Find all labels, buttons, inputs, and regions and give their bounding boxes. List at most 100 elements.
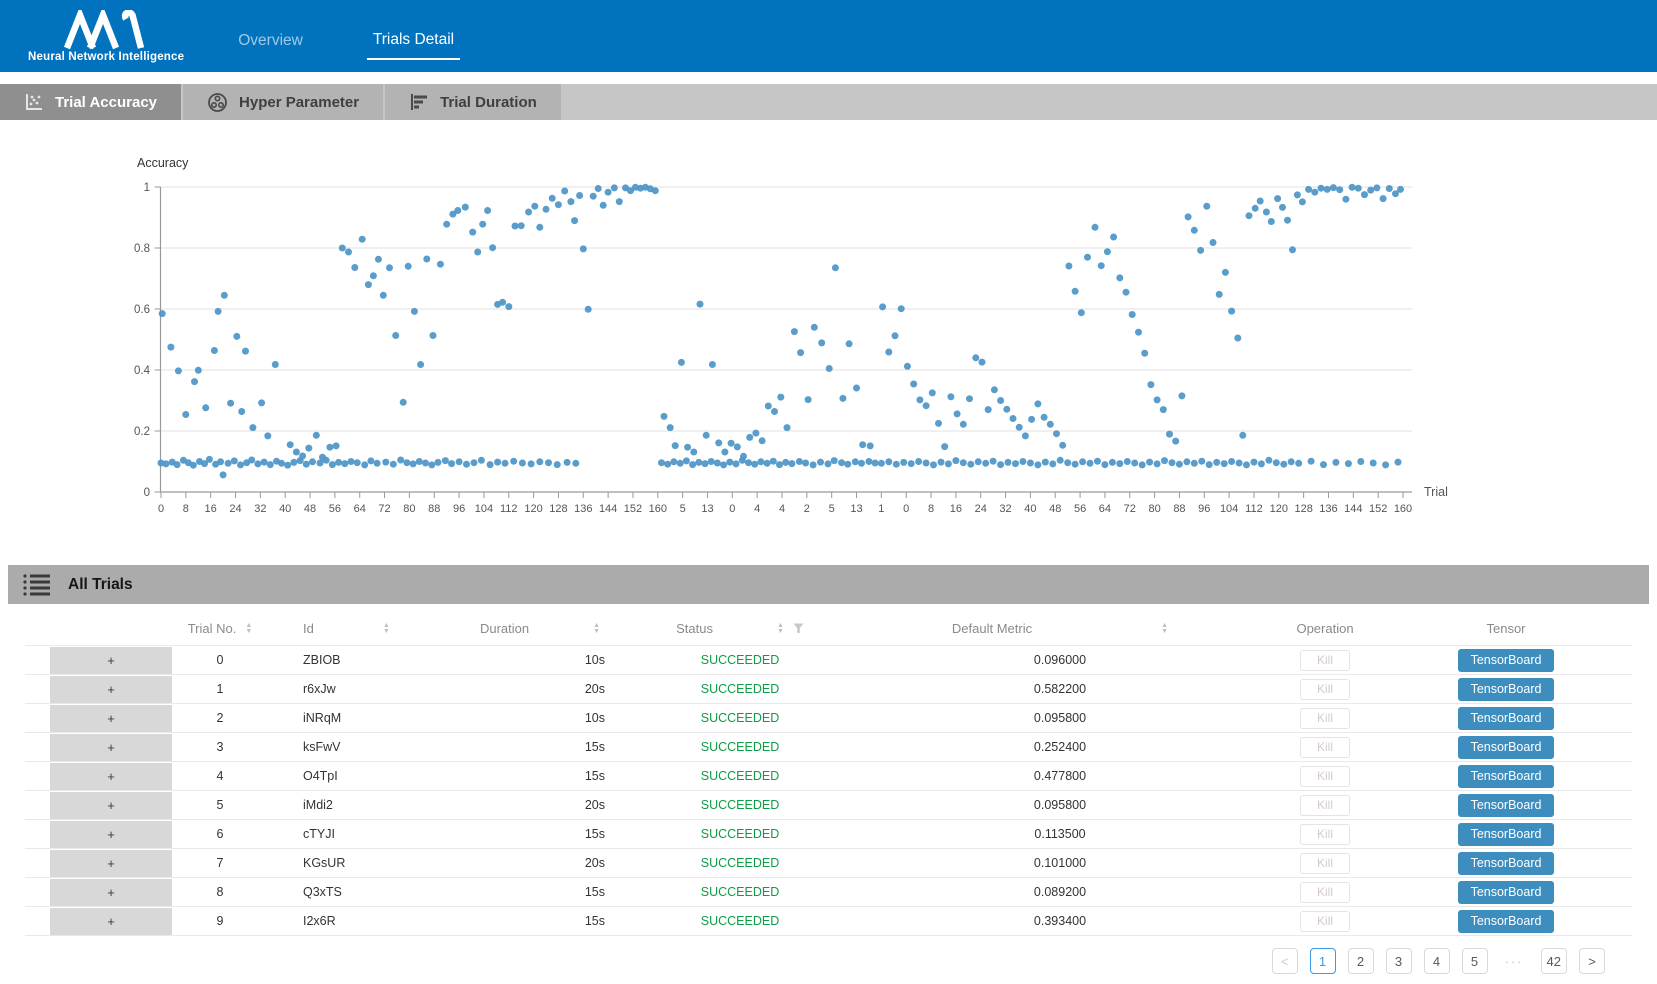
scatter-point[interactable] bbox=[1154, 460, 1161, 467]
scatter-point[interactable] bbox=[405, 263, 412, 270]
scatter-point[interactable] bbox=[159, 310, 166, 317]
scatter-point[interactable] bbox=[990, 458, 997, 465]
scatter-point[interactable] bbox=[202, 404, 209, 411]
scatter-point[interactable] bbox=[287, 441, 294, 448]
scatter-point[interactable] bbox=[1183, 458, 1190, 465]
scatter-point[interactable] bbox=[1057, 457, 1064, 464]
scatter-point[interactable] bbox=[697, 301, 704, 308]
scatter-point[interactable] bbox=[410, 460, 417, 467]
kill-button[interactable]: Kill bbox=[1300, 650, 1350, 671]
scatter-point[interactable] bbox=[1084, 254, 1091, 261]
kill-button[interactable]: Kill bbox=[1300, 824, 1350, 845]
scatter-point[interactable] bbox=[811, 324, 818, 331]
scatter-point[interactable] bbox=[952, 457, 959, 464]
scatter-point[interactable] bbox=[217, 458, 224, 465]
scatter-point[interactable] bbox=[678, 359, 685, 366]
scatter-point[interactable] bbox=[788, 460, 795, 467]
scatter-point[interactable] bbox=[392, 332, 399, 339]
scatter-point[interactable] bbox=[611, 184, 618, 191]
scatter-point[interactable] bbox=[960, 459, 967, 466]
scatter-point[interactable] bbox=[839, 395, 846, 402]
scatter-point[interactable] bbox=[1094, 458, 1101, 465]
scatter-point[interactable] bbox=[714, 460, 721, 467]
scatter-point[interactable] bbox=[690, 449, 697, 456]
pagination-page-3[interactable]: 3 bbox=[1386, 948, 1412, 974]
scatter-point[interactable] bbox=[221, 292, 228, 299]
scatter-point[interactable] bbox=[1370, 460, 1377, 467]
scatter-point[interactable] bbox=[293, 449, 300, 456]
scatter-point[interactable] bbox=[572, 460, 579, 467]
scatter-point[interactable] bbox=[1332, 459, 1339, 466]
scatter-point[interactable] bbox=[386, 264, 393, 271]
scatter-point[interactable] bbox=[272, 361, 279, 368]
scatter-point[interactable] bbox=[1124, 458, 1131, 465]
expand-row-button[interactable]: + bbox=[50, 850, 172, 877]
scatter-point[interactable] bbox=[1028, 416, 1035, 423]
tab-trial-accuracy[interactable]: Trial Accuracy bbox=[0, 84, 181, 120]
scatter-point[interactable] bbox=[571, 217, 578, 224]
scatter-point[interactable] bbox=[359, 236, 366, 243]
scatter-point[interactable] bbox=[484, 207, 491, 214]
scatter-point[interactable] bbox=[923, 460, 930, 467]
scatter-point[interactable] bbox=[975, 458, 982, 465]
scatter-point[interactable] bbox=[416, 458, 423, 465]
scatter-point[interactable] bbox=[1146, 459, 1153, 466]
scatter-point[interactable] bbox=[1191, 460, 1198, 467]
nav-trials-detail[interactable]: Trials Detail bbox=[367, 27, 460, 60]
scatter-point[interactable] bbox=[443, 221, 450, 228]
scatter-point[interactable] bbox=[174, 461, 181, 468]
scatter-point[interactable] bbox=[411, 308, 418, 315]
scatter-point[interactable] bbox=[437, 261, 444, 268]
scatter-point[interactable] bbox=[564, 459, 571, 466]
scatter-point[interactable] bbox=[400, 399, 407, 406]
pagination-page-42[interactable]: 42 bbox=[1541, 948, 1567, 974]
scatter-point[interactable] bbox=[317, 460, 324, 467]
scatter-point[interactable] bbox=[348, 458, 355, 465]
scatter-point[interactable] bbox=[1279, 204, 1286, 211]
scatter-point[interactable] bbox=[463, 461, 470, 468]
scatter-point[interactable] bbox=[752, 430, 759, 437]
scatter-point[interactable] bbox=[1210, 239, 1217, 246]
scatter-point[interactable] bbox=[867, 442, 874, 449]
scatter-point[interactable] bbox=[802, 460, 809, 467]
expand-row-button[interactable]: + bbox=[50, 821, 172, 848]
scatter-point[interactable] bbox=[220, 471, 227, 478]
scatter-point[interactable] bbox=[1380, 195, 1387, 202]
scatter-point[interactable] bbox=[1243, 461, 1250, 468]
scatter-point[interactable] bbox=[536, 458, 543, 465]
scatter-point[interactable] bbox=[335, 459, 342, 466]
scatter-point[interactable] bbox=[1041, 414, 1048, 421]
kill-button[interactable]: Kill bbox=[1300, 737, 1350, 758]
scatter-point[interactable] bbox=[1027, 460, 1034, 467]
scatter-point[interactable] bbox=[430, 332, 437, 339]
scatter-point[interactable] bbox=[677, 460, 684, 467]
scatter-point[interactable] bbox=[684, 444, 691, 451]
scatter-point[interactable] bbox=[759, 437, 766, 444]
expand-row-button[interactable]: + bbox=[50, 908, 172, 935]
scatter-point[interactable] bbox=[345, 249, 352, 256]
scatter-point[interactable] bbox=[374, 460, 381, 467]
scatter-point[interactable] bbox=[531, 203, 538, 210]
scatter-point[interactable] bbox=[938, 459, 945, 466]
scatter-point[interactable] bbox=[297, 457, 304, 464]
scatter-point[interactable] bbox=[423, 256, 430, 263]
scatter-point[interactable] bbox=[991, 386, 998, 393]
tensorboard-button[interactable]: TensorBoard bbox=[1458, 707, 1554, 730]
scatter-point[interactable] bbox=[1361, 191, 1368, 198]
scatter-point[interactable] bbox=[1047, 421, 1054, 428]
sort-icon[interactable]: ▲▼ bbox=[777, 623, 784, 634]
scatter-point[interactable] bbox=[510, 458, 517, 465]
scatter-point[interactable] bbox=[462, 204, 469, 211]
scatter-point[interactable] bbox=[528, 460, 535, 467]
scatter-point[interactable] bbox=[502, 460, 509, 467]
scatter-point[interactable] bbox=[1330, 184, 1337, 191]
pagination-page-5[interactable]: 5 bbox=[1462, 948, 1488, 974]
scatter-point[interactable] bbox=[519, 460, 526, 467]
scatter-point[interactable] bbox=[1141, 350, 1148, 357]
scatter-point[interactable] bbox=[479, 221, 486, 228]
sort-icon[interactable]: ▲▼ bbox=[245, 623, 252, 634]
scatter-point[interactable] bbox=[1012, 460, 1019, 467]
scatter-point[interactable] bbox=[872, 460, 879, 467]
scatter-point[interactable] bbox=[796, 458, 803, 465]
scatter-point[interactable] bbox=[746, 434, 753, 441]
